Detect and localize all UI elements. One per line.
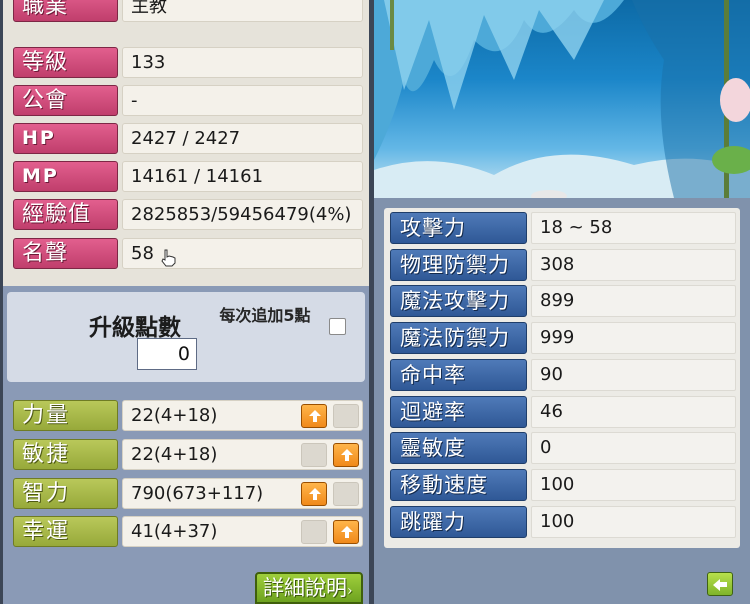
detail-button-label: 詳細說明 — [263, 576, 347, 600]
info-label: 公會 — [13, 85, 118, 116]
info-value: 主教 — [122, 0, 363, 22]
detail-row-magic-def: 魔法防禦力 999 — [390, 322, 740, 354]
detail-row-magic-atk: 魔法攻擊力 899 — [390, 285, 740, 317]
info-row-level: 等級 133 — [13, 47, 363, 78]
stat-up-slot — [333, 482, 359, 506]
info-row-guild: 公會 - — [13, 85, 363, 116]
detail-row-accuracy: 命中率 90 — [390, 359, 740, 391]
detail-row-attack: 攻擊力 18 ~ 58 — [390, 212, 740, 244]
hand-cursor-icon — [161, 249, 176, 267]
detail-row-phys-def: 物理防禦力 308 — [390, 249, 740, 281]
ability-points-box: 升級點數 0 每次追加5點 — [7, 292, 365, 382]
detail-value: 46 — [531, 396, 736, 428]
stat-row-dex: 敏捷 22(4+18) — [13, 439, 363, 470]
info-label: 名聲 — [13, 238, 118, 269]
ability-points-panel: 升級點數 0 每次追加5點 — [3, 286, 369, 386]
detail-row-hands: 靈敏度 0 — [390, 432, 740, 464]
detail-value: 90 — [531, 359, 736, 391]
info-row-job: 職業 主教 — [13, 0, 363, 22]
info-label: HP — [13, 123, 118, 154]
detail-label: 魔法防禦力 — [390, 322, 527, 354]
stat-up-button[interactable] — [333, 443, 359, 467]
detail-label: 迴避率 — [390, 396, 527, 428]
info-label: 等級 — [13, 47, 118, 78]
info-label: 經驗值 — [13, 199, 118, 230]
info-value: 2427 / 2427 — [122, 123, 363, 154]
info-value: 14161 / 14161 — [122, 161, 363, 192]
detail-label: 命中率 — [390, 359, 527, 391]
stat-up-slot — [333, 404, 359, 428]
close-detail-button[interactable] — [707, 572, 733, 596]
base-stat-panel: 力量 22(4+18) 敏捷 22(4+18) 智力 790(673+117) … — [3, 386, 369, 556]
stat-label: 敏捷 — [13, 439, 118, 470]
detail-value: 899 — [531, 285, 736, 317]
detail-row-avoid: 迴避率 46 — [390, 396, 740, 428]
stat-label: 智力 — [13, 478, 118, 509]
chevron-right-icon: › — [347, 583, 353, 599]
detail-label: 跳躍力 — [390, 506, 527, 538]
detail-value: 308 — [531, 249, 736, 281]
info-value: - — [122, 85, 363, 116]
stat-row-luk: 幸運 41(4+37) — [13, 516, 363, 547]
stat-up-button[interactable] — [333, 520, 359, 544]
auto-assign-label: 每次追加5點 — [219, 306, 311, 325]
detail-value: 100 — [531, 506, 736, 538]
character-stat-window: 職業 主教 等級 133 公會 - HP 2427 / 2427 MP 1416… — [0, 0, 374, 604]
stat-up-slot — [301, 520, 327, 544]
detail-label: 移動速度 — [390, 469, 527, 501]
info-row-exp: 經驗值 2825853/59456479(4%) — [13, 199, 363, 230]
info-value: 133 — [122, 47, 363, 78]
info-label: MP — [13, 161, 118, 192]
info-row-hp: HP 2427 / 2427 — [13, 123, 363, 154]
ability-points-label: 升級點數 — [89, 315, 181, 341]
detail-value: 100 — [531, 469, 736, 501]
stat-label: 幸運 — [13, 516, 118, 547]
detail-row-jump: 跳躍力 100 — [390, 506, 740, 538]
stat-row-int: 智力 790(673+117) — [13, 478, 363, 509]
auto-assign-checkbox[interactable] — [329, 318, 346, 335]
stat-row-str: 力量 22(4+18) — [13, 400, 363, 431]
game-scene-background — [374, 0, 750, 198]
info-row-fame: 名聲 58 — [13, 238, 363, 269]
info-value: 2825853/59456479(4%) — [122, 199, 363, 230]
detail-row-speed: 移動速度 100 — [390, 469, 740, 501]
detail-value: 0 — [531, 432, 736, 464]
detail-value: 18 ~ 58 — [531, 212, 736, 244]
info-row-mp: MP 14161 / 14161 — [13, 161, 363, 192]
stat-up-button[interactable] — [301, 404, 327, 428]
info-label: 職業 — [13, 0, 118, 22]
stat-up-slot — [301, 443, 327, 467]
stat-up-button[interactable] — [301, 482, 327, 506]
detail-label: 攻擊力 — [390, 212, 527, 244]
stat-label: 力量 — [13, 400, 118, 431]
detail-value: 999 — [531, 322, 736, 354]
detail-label: 物理防禦力 — [390, 249, 527, 281]
detail-button[interactable]: 詳細說明› — [255, 572, 363, 604]
detail-label: 魔法攻擊力 — [390, 285, 527, 317]
ability-points-value: 0 — [137, 338, 197, 370]
ice-cave-scenery — [374, 0, 750, 198]
stat-window-body: 職業 主教 等級 133 公會 - HP 2427 / 2427 MP 1416… — [3, 0, 369, 604]
detail-label: 靈敏度 — [390, 432, 527, 464]
